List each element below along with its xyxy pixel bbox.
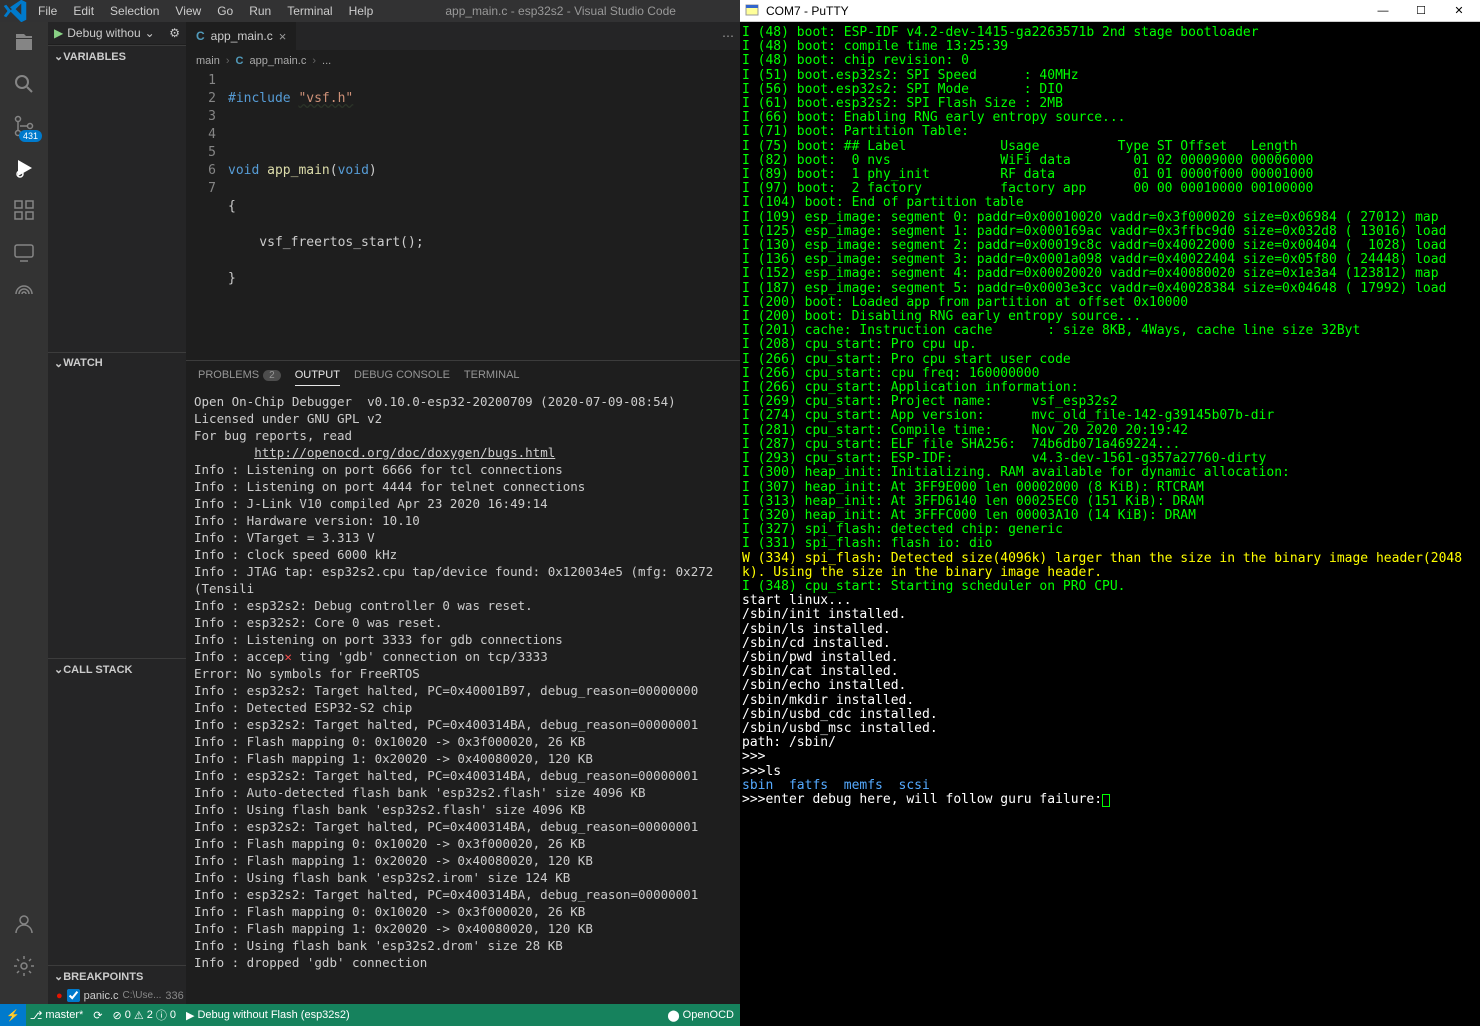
tab-label: app_main.c — [211, 29, 273, 43]
vscode-body: 431 ▶ Debug withou ⌄ ⚙ ⌄ VARIABLES ⌄ WAT… — [0, 22, 740, 1004]
section-watch[interactable]: ⌄ WATCH — [48, 352, 186, 374]
sb-problems[interactable]: ⊘ 0 ⚠ 2 ⓘ 0 — [113, 1007, 176, 1023]
menu-terminal[interactable]: Terminal — [279, 4, 340, 18]
section-breakpoints[interactable]: ⌄ BREAKPOINTS — [48, 965, 186, 987]
tab-debug-console[interactable]: DEBUG CONSOLE — [354, 365, 450, 386]
terminal-output[interactable]: I (48) boot: ESP-IDF v4.2-dev-1415-ga226… — [740, 22, 1480, 1026]
sb-sync-icon[interactable]: ⟳ — [93, 1009, 102, 1022]
menu-file[interactable]: File — [30, 4, 65, 18]
maximize-button[interactable]: ☐ — [1404, 2, 1438, 20]
output-panel[interactable]: Open On-Chip Debugger v0.10.0-esp32-2020… — [186, 389, 740, 1004]
editor-area: C app_main.c × ⋯ main› C app_main.c› ...… — [186, 22, 740, 1004]
breakpoint-checkbox[interactable] — [67, 989, 80, 1002]
tab-problems[interactable]: PROBLEMS2 — [198, 365, 281, 386]
menu-view[interactable]: View — [167, 4, 209, 18]
tab-output[interactable]: OUTPUT — [295, 365, 340, 386]
vscode-window: File Edit Selection View Go Run Terminal… — [0, 0, 740, 1026]
tab-bar: C app_main.c × ⋯ — [186, 22, 740, 50]
menu-help[interactable]: Help — [341, 4, 382, 18]
espressif-icon[interactable] — [12, 282, 36, 306]
remote-icon[interactable] — [12, 240, 36, 264]
section-callstack[interactable]: ⌄ CALL STACK — [48, 658, 186, 680]
tab-terminal[interactable]: TERMINAL — [464, 365, 520, 386]
sb-debug-target[interactable]: ▶ Debug without Flash (esp32s2) — [186, 1009, 350, 1022]
explorer-icon[interactable] — [12, 30, 36, 54]
chevron-down-icon: ⌄ — [145, 26, 155, 40]
scm-icon[interactable]: 431 — [12, 114, 36, 138]
account-icon[interactable] — [12, 912, 36, 936]
breakpoint-row[interactable]: ● panic.c C:\Use... 336 — [48, 987, 186, 1004]
sb-openocd[interactable]: ⬤ OpenOCD — [667, 1009, 734, 1022]
status-bar: ⚡ ⎇ master* ⟳ ⊘ 0 ⚠ 2 ⓘ 0 ▶ Debug withou… — [0, 1004, 740, 1026]
run-debug-icon[interactable] — [12, 156, 36, 180]
putty-title: COM7 - PuTTY — [766, 4, 849, 18]
breadcrumb[interactable]: main› C app_main.c› ... — [186, 50, 740, 72]
window-title: app_main.c - esp32s2 - Visual Studio Cod… — [381, 4, 740, 18]
c-file-icon: C — [236, 55, 244, 67]
tab-actions[interactable]: ⋯ — [722, 29, 740, 43]
minimize-button[interactable]: — — [1366, 2, 1400, 20]
debug-sidebar: ▶ Debug withou ⌄ ⚙ ⌄ VARIABLES ⌄ WATCH ⌄… — [48, 22, 186, 1004]
close-icon[interactable]: × — [279, 29, 287, 44]
menu-edit[interactable]: Edit — [65, 4, 102, 18]
c-file-icon: C — [196, 29, 205, 43]
tab-app-main[interactable]: C app_main.c × — [186, 22, 297, 50]
menubar: File Edit Selection View Go Run Terminal… — [0, 0, 740, 22]
gear-icon[interactable]: ⚙ — [169, 26, 180, 40]
section-variables[interactable]: ⌄ VARIABLES — [48, 45, 186, 67]
remote-indicator[interactable]: ⚡ — [0, 1004, 26, 1026]
search-icon[interactable] — [12, 72, 36, 96]
putty-titlebar: COM7 - PuTTY — ☐ ✕ — [740, 0, 1480, 22]
scm-badge: 431 — [19, 130, 42, 142]
menu-go[interactable]: Go — [209, 4, 241, 18]
run-config-label: Debug withou — [67, 26, 140, 40]
line-gutter: 1234567 — [186, 72, 228, 360]
menu-selection[interactable]: Selection — [102, 4, 167, 18]
extensions-icon[interactable] — [12, 198, 36, 222]
code-editor[interactable]: 1234567 #include "vsf.h" void app_main(v… — [186, 72, 740, 360]
bottom-panel: PROBLEMS2 OUTPUT DEBUG CONSOLE TERMINAL … — [186, 360, 740, 1004]
close-button[interactable]: ✕ — [1442, 2, 1476, 20]
putty-icon — [744, 3, 760, 19]
gear-icon[interactable] — [12, 954, 36, 978]
menu-run[interactable]: Run — [241, 4, 279, 18]
code-lines[interactable]: #include "vsf.h" void app_main(void) { v… — [228, 72, 740, 360]
activity-bar: 431 — [0, 22, 48, 1004]
putty-window: COM7 - PuTTY — ☐ ✕ I (48) boot: ESP-IDF … — [740, 0, 1480, 1026]
run-config-select[interactable]: ▶ Debug withou ⌄ ⚙ — [48, 22, 186, 45]
panel-tabs: PROBLEMS2 OUTPUT DEBUG CONSOLE TERMINAL — [186, 361, 740, 389]
sb-branch[interactable]: ⎇ master* — [30, 1009, 84, 1022]
